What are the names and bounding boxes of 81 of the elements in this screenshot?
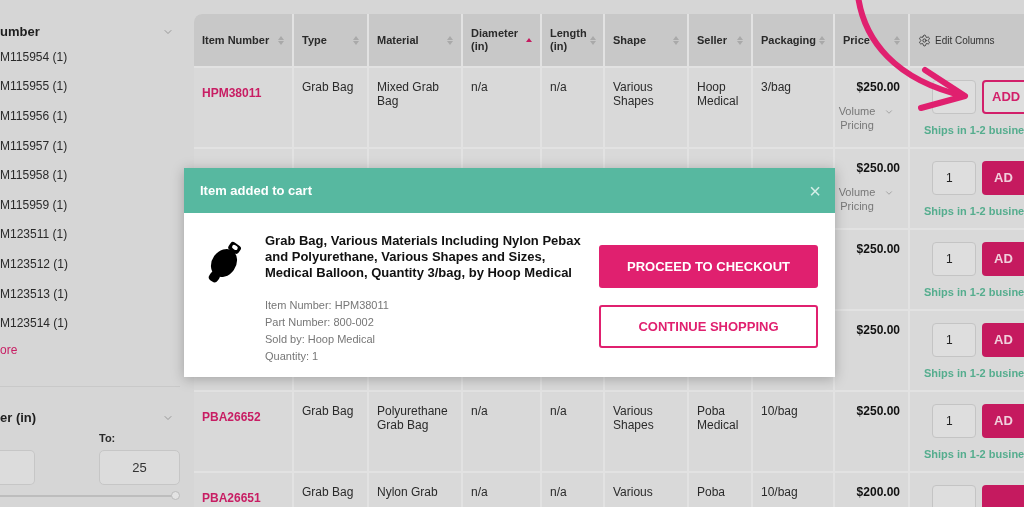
table-cell: n/a xyxy=(542,392,603,471)
table-cell: Grab Bag xyxy=(294,392,367,471)
price: $250.00 xyxy=(856,161,900,175)
dialog-title: Item added to cart xyxy=(200,181,312,200)
shipping-note: Ships in 1-2 busine xyxy=(924,285,1024,300)
column-label[interactable]: Shape xyxy=(613,33,646,47)
table-cell: Nylon Grab xyxy=(369,473,461,507)
filter-option[interactable]: M115957 (1) xyxy=(0,130,180,161)
edit-columns-button[interactable]: Edit Columns xyxy=(918,32,995,48)
table-cell: Grab Bag xyxy=(294,68,367,147)
table-cell: n/a xyxy=(463,473,540,507)
filter-heading: er (in) xyxy=(0,409,37,428)
column-label[interactable]: Price xyxy=(843,33,870,47)
table-cell: Various Shapes xyxy=(605,68,687,147)
price: $250.00 xyxy=(856,323,900,337)
shipping-note: Ships in 1-2 busine xyxy=(924,204,1024,219)
filter-option[interactable]: M123512 (1) xyxy=(0,249,180,279)
column-label[interactable]: Type xyxy=(302,33,327,47)
chevron-down-icon xyxy=(884,188,894,198)
column-label[interactable]: Material xyxy=(377,33,419,47)
item-number-link[interactable]: HPM38011 xyxy=(202,86,262,100)
shipping-note: Ships in 1-2 busine xyxy=(924,447,1024,462)
item-number-link[interactable]: PBA26652 xyxy=(202,410,261,424)
filter-option[interactable]: M115959 (1) xyxy=(0,189,180,220)
shipping-note: Ships in 1-2 busine xyxy=(924,366,1024,381)
column-label[interactable]: Length (in) xyxy=(550,27,587,53)
item-number-link[interactable]: PBA26651 xyxy=(202,491,261,505)
product-detail: Item Number: HPM38011 xyxy=(265,298,390,313)
add-button[interactable]: AD xyxy=(982,242,1024,276)
quantity-field[interactable]: 1 xyxy=(932,242,976,276)
quantity-field[interactable]: 1 xyxy=(932,323,976,357)
quantity-field[interactable]: 1 xyxy=(932,404,976,438)
add-button[interactable]: AD xyxy=(982,161,1024,195)
product-title: Grab Bag, Various Materials Including Nylon Pebax and Polyurethane, Various Shapes and Sizes, Medical Balloon, Quantity 3/bag, by Hoop Medical xyxy=(265,233,582,281)
table-cell: Mixed Grab Bag xyxy=(369,68,461,147)
table-cell: Grab Bag xyxy=(294,473,367,507)
filter-option[interactable]: M115955 (1) xyxy=(0,71,180,102)
add-button[interactable]: AD xyxy=(982,404,1024,438)
table-cell: Poba Medical xyxy=(689,392,751,471)
to-label: To: xyxy=(99,430,117,446)
table-cell: Hoop Medical xyxy=(689,68,751,147)
table-cell: 10/bag xyxy=(753,392,833,471)
column-label[interactable]: Seller xyxy=(697,33,727,47)
product-detail: Quantity: 1 xyxy=(265,349,320,364)
table-cell: Various xyxy=(605,473,687,507)
filter-option[interactable]: M115958 (1) xyxy=(0,160,180,190)
add-button[interactable]: ADD xyxy=(982,80,1024,114)
show-more-link[interactable]: ore xyxy=(0,337,180,362)
continue-shopping-button[interactable]: CONTINUE SHOPPING xyxy=(599,305,818,348)
price: $250.00 xyxy=(856,242,900,256)
price: $200.00 xyxy=(856,485,900,499)
table-cell: 3/bag xyxy=(753,68,833,147)
table-cell: Various Shapes xyxy=(605,392,687,471)
filter-option[interactable]: M115956 (1) xyxy=(0,101,180,131)
shipping-note: Ships in 1-2 busine xyxy=(924,123,1024,138)
table-cell: 10/bag xyxy=(753,473,833,507)
column-label[interactable]: Packaging xyxy=(761,33,817,47)
table-cell: n/a xyxy=(542,68,603,147)
slider-thumb[interactable] xyxy=(171,491,180,501)
product-detail: Sold by: Hoop Medical xyxy=(265,332,377,347)
product-detail: Part Number: 800-002 xyxy=(265,315,375,330)
filter-heading: umber xyxy=(0,23,40,42)
table-cell: Poba xyxy=(689,473,751,507)
price: $250.00 xyxy=(856,404,900,418)
table-cell: n/a xyxy=(463,68,540,147)
chevron-down-icon xyxy=(884,107,894,117)
price: $250.00 xyxy=(856,80,900,94)
to-field[interactable]: 25 xyxy=(99,450,180,486)
column-label[interactable]: Item Number xyxy=(202,33,270,47)
settings-icon xyxy=(918,33,931,47)
filter-option[interactable]: M123514 (1) xyxy=(0,308,180,338)
add-button[interactable]: AD xyxy=(982,323,1024,357)
filter-option[interactable]: M123513 (1) xyxy=(0,278,180,309)
filter-option[interactable]: M115954 (1) xyxy=(0,42,180,72)
checkout-button[interactable]: PROCEED TO CHECKOUT xyxy=(599,245,818,288)
filter-option[interactable]: M123511 (1) xyxy=(0,219,180,250)
column-label[interactable]: Diameter (in) xyxy=(471,27,523,53)
quantity-field[interactable]: 1 xyxy=(932,161,976,195)
table-cell: Polyurethane Grab Bag xyxy=(369,392,461,471)
table-cell: n/a xyxy=(463,392,540,471)
table-cell: n/a xyxy=(542,473,603,507)
